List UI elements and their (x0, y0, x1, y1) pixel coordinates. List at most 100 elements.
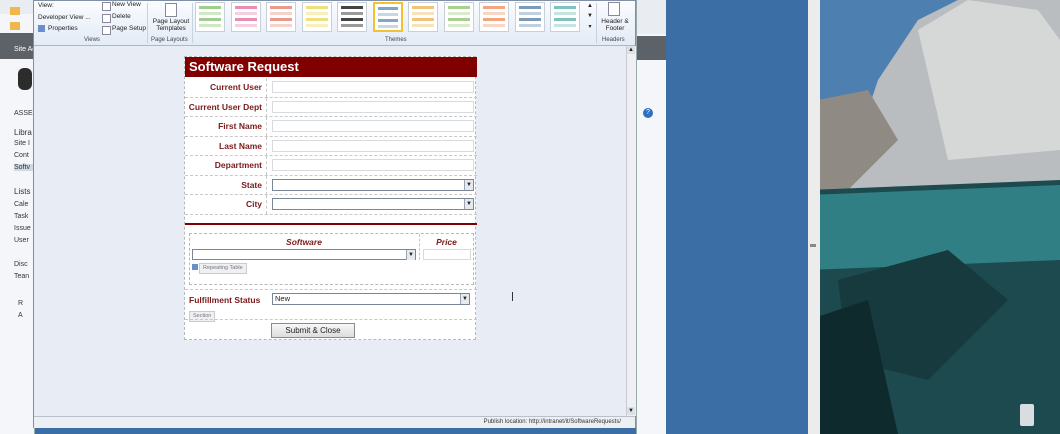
header-footer-button[interactable]: Header & Footer (599, 18, 631, 32)
field-label: Department (185, 156, 267, 175)
photo-window-border (808, 0, 820, 434)
theme-swatch[interactable] (479, 2, 509, 32)
theme-swatch[interactable] (550, 2, 580, 32)
view-dropdown[interactable]: View: (38, 2, 54, 9)
fulfillment-status-dropdown[interactable]: New ▼ (272, 293, 470, 305)
sp-nav-item[interactable]: User (14, 237, 29, 244)
form-title[interactable]: Software Request (185, 57, 477, 77)
price-field[interactable] (423, 249, 471, 260)
infopath-designer-window: View: Developer View ... Properties New … (33, 0, 636, 428)
sp-logo (18, 68, 32, 90)
new-view-button[interactable]: New View (112, 1, 141, 8)
new-view-icon (102, 2, 111, 11)
field-textbox[interactable] (272, 81, 474, 93)
sp-nav-item[interactable]: Issue (14, 225, 31, 232)
column-header-price: Price (436, 237, 457, 247)
chevron-down-icon[interactable]: ▼ (460, 294, 469, 304)
scroll-up-icon[interactable]: ▲ (627, 46, 635, 54)
form-template: Software Request Current User Current Use… (184, 56, 477, 340)
help-icon[interactable]: ? (643, 108, 653, 118)
properties-icon (38, 25, 45, 32)
page-setup-button[interactable]: Page Setup (112, 25, 146, 32)
field-label: First Name (185, 117, 267, 136)
theme-swatch[interactable] (337, 2, 367, 32)
headers-group-label: Headers (602, 37, 625, 43)
sp-nav-item[interactable]: A (18, 312, 23, 319)
software-dropdown[interactable]: ▼ (192, 249, 416, 260)
rock-photo (808, 0, 1060, 434)
repeating-table[interactable]: Software Price ▼ Repeating Table (189, 233, 474, 285)
theme-swatch[interactable] (372, 2, 403, 32)
sp-nav-item[interactable]: Libra (14, 128, 32, 137)
chevron-down-icon[interactable]: ▼ (464, 179, 473, 190)
desktop-photo (808, 0, 1060, 434)
fulfillment-status-label: Fulfillment Status (189, 295, 261, 305)
sp-shared-icon (10, 22, 20, 30)
sp-nav-item[interactable]: Lists (14, 187, 30, 196)
field-textbox[interactable] (272, 100, 474, 113)
desktop-background (666, 0, 808, 434)
theme-swatch[interactable] (266, 2, 296, 32)
theme-swatch[interactable] (230, 2, 261, 32)
form-row: Last Name (185, 136, 477, 156)
fulfillment-status-value: New (275, 294, 291, 303)
header-footer-icon (608, 2, 620, 16)
sp-nav-item[interactable]: Task (14, 213, 28, 220)
gallery-scroll-down-icon[interactable]: ▼ (587, 12, 593, 21)
theme-swatch[interactable] (408, 2, 438, 32)
sp-nav-item[interactable]: Cale (14, 201, 28, 208)
field-textbox[interactable] (272, 159, 474, 171)
theme-swatch[interactable] (301, 2, 332, 32)
field-label: Current User Dept (185, 97, 267, 117)
field-dropdown[interactable]: ▼ (272, 178, 474, 191)
sp-nav-item[interactable]: Cont (14, 152, 29, 159)
text-cursor-icon (512, 292, 513, 301)
sp-nav-item[interactable]: ASSE (14, 110, 33, 117)
developer-view-dropdown[interactable]: Developer View ... (38, 14, 91, 21)
repeating-table-tag[interactable]: Repeating Table (199, 263, 247, 274)
properties-button[interactable]: Properties (48, 25, 78, 32)
gallery-more-icon[interactable]: ▾ (587, 23, 593, 32)
sharepoint-right-panel: ? (636, 0, 667, 434)
form-row: Department (185, 156, 477, 176)
form-row: First Name (185, 117, 477, 137)
sharepoint-sidebar: Site Ac ASSE Libra Site I Cont Softv Lis… (0, 0, 36, 434)
field-label: City (185, 195, 267, 214)
repeating-table-icon (192, 264, 198, 270)
chevron-down-icon[interactable]: ▼ (464, 199, 473, 209)
splitter-handle-icon[interactable] (810, 244, 816, 247)
scroll-down-icon[interactable]: ▼ (627, 407, 635, 415)
ribbon: View: Developer View ... Properties New … (34, 1, 635, 46)
chevron-down-icon[interactable]: ▼ (406, 250, 415, 260)
theme-swatch[interactable] (195, 2, 225, 32)
sp-nav-item[interactable]: R (18, 300, 23, 307)
field-label: Last Name (185, 136, 267, 156)
page-layout-icon (165, 3, 177, 17)
sp-nav-item-selected[interactable]: Softv (14, 164, 34, 171)
sp-nav-item[interactable]: Site I (14, 140, 30, 147)
page-layout-templates-button[interactable]: Page Layout Templates (152, 18, 190, 32)
field-label: Current User (185, 78, 267, 97)
delete-view-button[interactable]: Delete (112, 13, 131, 20)
page-layouts-group-label: Page Layouts (151, 37, 188, 43)
form-row: Current User (185, 78, 477, 98)
field-label: State (185, 175, 267, 195)
vertical-scrollbar[interactable]: ▲ ▼ (626, 46, 636, 416)
theme-swatch[interactable] (514, 2, 545, 32)
sp-nav-item[interactable]: Disc (14, 261, 28, 268)
field-textbox[interactable] (272, 139, 474, 152)
field-dropdown[interactable]: ▼ (272, 198, 474, 210)
delete-icon (102, 14, 111, 23)
form-row: State ▼ (185, 175, 477, 195)
title-divider (185, 223, 477, 225)
publish-location: Publish location: http://intranet/it/Sof… (483, 419, 621, 425)
theme-swatch[interactable] (443, 2, 474, 32)
sp-folder-icon (10, 7, 20, 15)
themes-gallery (195, 1, 587, 35)
sp-nav-item[interactable]: Tean (14, 273, 29, 280)
field-textbox[interactable] (272, 120, 474, 132)
views-group-label: Views (84, 37, 100, 43)
design-canvas: Software Request Current User Current Use… (34, 46, 626, 416)
submit-close-button[interactable]: Submit & Close (271, 323, 355, 338)
gallery-scroll-up-icon[interactable]: ▲ (587, 2, 593, 11)
